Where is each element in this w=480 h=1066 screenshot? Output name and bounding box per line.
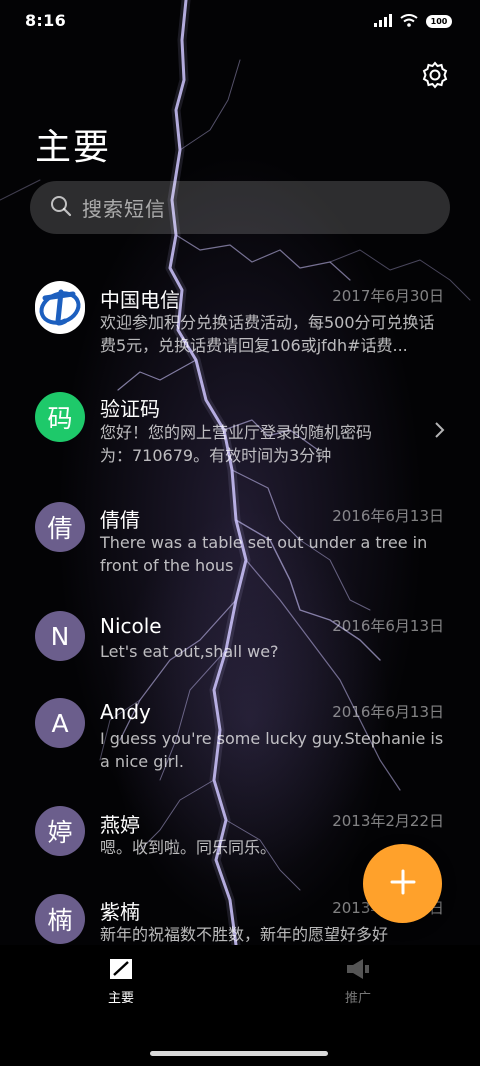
message-preview: 欢迎参加积分兑换话费活动，每500分可兑换话费5元，兑换话费请回复106或jfd… [100, 313, 435, 355]
search-input[interactable]: 搜索短信 [30, 181, 450, 234]
status-bar: 8:16 100 [0, 0, 480, 40]
search-icon [50, 195, 82, 221]
sender-name: 验证码 [100, 397, 160, 421]
sender-name: Nicole [100, 614, 162, 638]
message-item-verification-code[interactable]: 码 验证码 您好！您的网上营业厅登录的随机密码为：710679。有效时间为3分钟 [0, 380, 480, 480]
avatar: 倩 [35, 502, 85, 552]
message-item-nicole[interactable]: N Nicole 2016年6月13日 Let's eat out,shall … [0, 600, 480, 680]
message-date: 2016年6月13日 [332, 703, 444, 721]
message-preview: There was a table set out under a tree i… [100, 533, 428, 575]
signal-icon [374, 12, 392, 31]
message-date: 2016年6月13日 [332, 507, 444, 525]
avatar: A [35, 698, 85, 748]
search-placeholder: 搜索短信 [82, 197, 166, 221]
china-telecom-logo-icon [35, 281, 85, 337]
message-item-qianqian[interactable]: 倩 倩倩 2016年6月13日 There was a table set ou… [0, 490, 480, 590]
status-time: 8:16 [25, 11, 66, 30]
avatar: 楠 [35, 894, 85, 944]
sender-name: 倩倩 [100, 508, 140, 532]
message-date: 2017年6月30日 [332, 287, 444, 305]
tab-promotion-label: 推广 [344, 991, 371, 1006]
message-preview: Let's eat out,shall we? [100, 642, 279, 661]
home-indicator[interactable] [150, 1051, 328, 1056]
avatar: N [35, 611, 85, 661]
tab-promotion[interactable]: 推广 [308, 957, 408, 1006]
message-date: 2013年2月22日 [332, 812, 444, 830]
page-title: 主要 [35, 127, 112, 168]
message-item-china-telecom[interactable]: 中国电信 2017年6月30日 欢迎参加积分兑换话费活动，每500分可兑换话费5… [0, 270, 480, 370]
bottom-nav: 主要 推广 [0, 945, 480, 1066]
tab-main-label: 主要 [107, 991, 134, 1006]
wifi-icon [400, 12, 418, 31]
message-date: 2016年6月13日 [332, 617, 444, 635]
message-preview: I guess you're some lucky guy.Stephanie … [100, 729, 444, 771]
settings-button[interactable] [420, 60, 450, 90]
new-message-button[interactable] [363, 844, 442, 923]
megaphone-icon [308, 957, 408, 981]
battery-icon: 100 [426, 15, 452, 28]
sender-name: 燕婷 [100, 813, 140, 837]
sender-name: Andy [100, 700, 151, 724]
chevron-right-icon [432, 421, 446, 439]
tab-main[interactable]: 主要 [71, 957, 171, 1006]
message-preview: 新年的祝福数不胜数，新年的愿望好多好 [100, 925, 389, 944]
avatar [35, 281, 85, 337]
message-preview: 您好！您的网上营业厅登录的随机密码为：710679。有效时间为3分钟 [100, 423, 373, 465]
sender-name: 紫楠 [100, 900, 140, 924]
gear-icon [420, 61, 450, 94]
avatar: 码 [35, 392, 85, 442]
sender-name: 中国电信 [100, 288, 180, 312]
status-icons: 100 [374, 12, 452, 31]
avatar: 婷 [35, 806, 85, 856]
message-item-andy[interactable]: A Andy 2016年6月13日 I guess you're some lu… [0, 688, 480, 788]
chat-icon [71, 957, 171, 981]
plus-icon [390, 869, 416, 899]
